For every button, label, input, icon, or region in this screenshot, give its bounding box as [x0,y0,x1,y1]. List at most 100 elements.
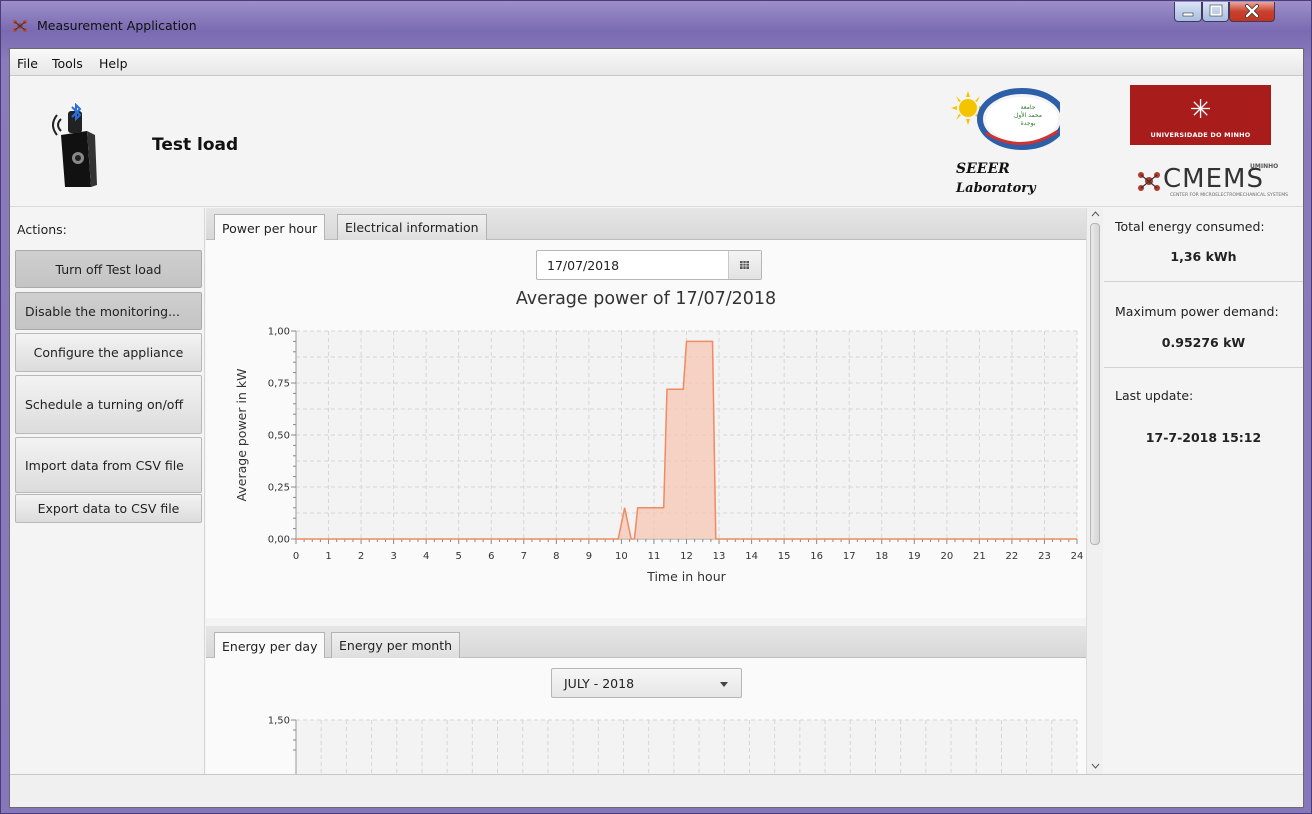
uminho-label: UNIVERSIDADE DO MINHO [1150,131,1251,139]
y-tick-label: 0,25 [268,483,290,494]
scroll-down-icon[interactable] [1091,762,1100,770]
menu-bar: File Tools Help [10,49,1303,76]
y-tick-label: 0,75 [268,379,290,390]
tab-electrical-information[interactable]: Electrical information [337,214,487,240]
menu-tools[interactable]: Tools [52,56,83,71]
menu-file[interactable]: File [17,56,38,71]
configure-appliance-button[interactable]: Configure the appliance [15,333,202,372]
x-tick-label: 6 [488,551,494,562]
x-tick-label: 0 [293,551,299,562]
vertical-scrollbar[interactable] [1086,208,1103,774]
y-tick-label: 0,00 [268,535,290,546]
cmems-molecule-icon [1138,172,1160,191]
x-tick-label: 7 [521,551,527,562]
divider [1104,367,1303,368]
x-tick-label: 12 [680,551,693,562]
svg-text:جامعة: جامعة [1021,104,1036,111]
energy-bar-chart: 1,50 [268,716,1078,774]
export-csv-button[interactable]: Export data to CSV file [15,494,202,523]
svg-text:محمد الأول: محمد الأول [1014,111,1042,119]
close-icon [1245,4,1259,18]
total-energy-value: 1,36 kWh [1170,249,1237,264]
x-tick-label: 5 [456,551,462,562]
power-chart-title: Average power of 17/07/2018 [515,289,777,309]
cmems-subtitle: CENTER FOR MICROELECTROMECHANICAL SYSTEM… [1170,193,1288,198]
scrollbar-thumb[interactable] [1090,223,1100,545]
y-tick-label: 1,00 [268,327,290,338]
x-tick-label: 24 [1071,551,1084,562]
x-tick-label: 3 [390,551,396,562]
x-tick-label: 19 [908,551,921,562]
month-select-value: JULY - 2018 [564,676,635,691]
chevron-down-icon [720,682,728,687]
uminho-logo: ✳ UNIVERSIDADE DO MINHO [1130,85,1271,145]
tab-energy-per-month[interactable]: Energy per month [331,632,461,658]
import-csv-button[interactable]: Import data from CSV file [15,437,202,493]
tab-energy-per-day[interactable]: Energy per day [214,632,326,659]
summary-panel: Total energy consumed: 1,36 kWh Maximum … [1104,208,1303,774]
scroll-up-icon[interactable] [1091,210,1100,218]
charts-scroll-area[interactable]: Power per hour Electrical information 17… [206,208,1086,774]
calendar-icon [740,261,749,269]
x-tick-label: 1 [325,551,331,562]
x-axis-label: Time in hour [646,569,726,584]
last-update-label: Last update: [1115,388,1194,403]
month-select[interactable]: JULY - 2018 [551,668,742,698]
power-tab-content: 17/07/2018 Average power of 17/07/2018 0… [206,240,1086,618]
schedule-button[interactable]: Schedule a turning on/off [15,375,202,434]
maximize-button[interactable] [1202,2,1229,22]
x-tick-label: 9 [586,551,592,562]
close-button[interactable] [1229,2,1275,22]
actions-label: Actions: [17,222,67,237]
seeer-lab-subtitle: Laboratory [956,181,1036,196]
title-bar[interactable]: Measurement Application [1,1,1311,45]
x-tick-label: 14 [745,551,758,562]
x-tick-label: 4 [423,551,429,562]
window-title: Measurement Application [37,18,197,33]
actions-sidebar: Actions: Turn off Test load Disable the … [10,208,205,774]
app-icon [13,20,27,32]
date-picker[interactable]: 17/07/2018 [536,250,762,280]
minimize-button[interactable] [1174,2,1202,22]
status-bar [10,774,1303,807]
divider [1104,281,1303,282]
x-tick-label: 17 [843,551,856,562]
smart-plug-icon [52,103,97,187]
plot-background [296,720,1077,774]
x-tick-label: 13 [713,551,726,562]
x-tick-label: 15 [778,551,791,562]
svg-text:بوجدة: بوجدة [1021,120,1036,127]
minimize-icon [1182,12,1194,17]
power-area-chart: 0 1 2 3 4 5 6 7 8 9 10 11 12 13 14 15 16 17 18 19 20 21 22 23 24… [234,327,1084,585]
y-tick-label: 0,50 [268,431,290,442]
date-field[interactable]: 17/07/2018 [547,258,619,273]
panel-gap [206,618,1086,626]
max-power-value: 0.95276 kW [1161,335,1246,350]
energy-tab-content: JULY - 2018 1,50 [206,658,1086,774]
x-tick-label: 22 [1006,551,1019,562]
calendar-button[interactable] [728,251,761,279]
seeer-lab-name: SEEER [956,161,1010,177]
client-area: File Tools Help Test load جامعة محمد الأ… [9,48,1304,808]
energy-tabbar: Energy per day Energy per month [206,626,1086,659]
x-tick-label: 18 [875,551,888,562]
last-update-value: 17-7-2018 15:12 [1145,430,1262,445]
x-tick-label: 16 [810,551,823,562]
max-power-label: Maximum power demand: [1115,304,1279,319]
x-tick-label: 20 [940,551,953,562]
x-tick-label: 23 [1038,551,1051,562]
maximize-icon [1209,4,1223,17]
cmems-logo-text: CMEMS [1163,164,1264,194]
total-energy-label: Total energy consumed: [1115,219,1265,234]
x-tick-label: 11 [648,551,661,562]
turn-off-button[interactable]: Turn off Test load [15,250,202,288]
menu-help[interactable]: Help [99,56,128,71]
y-axis-label: Average power in kW [234,369,249,502]
tab-power-per-hour[interactable]: Power per hour [214,214,326,241]
x-tick-label: 2 [358,551,364,562]
x-tick-label: 8 [553,551,559,562]
disable-monitoring-button[interactable]: Disable the monitoring... [15,292,202,330]
x-tick-label: 10 [615,551,628,562]
application-window: Measurement Application File Tools Help [0,0,1312,814]
x-tick-label: 21 [973,551,986,562]
